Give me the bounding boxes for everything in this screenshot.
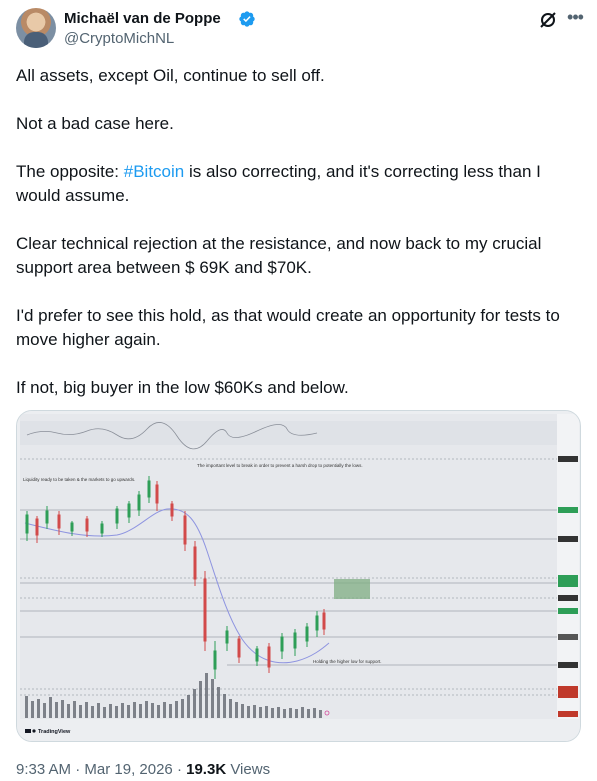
indicator-panel — [20, 421, 557, 445]
tweet-paragraph: If not, big buyer in the low $60Ks and b… — [16, 378, 349, 397]
target-zone — [334, 579, 370, 599]
tweet-text: All assets, except Oil, continue to sell… — [16, 64, 581, 424]
chart-image[interactable]: The important level to break in order to… — [16, 410, 581, 742]
tweet-paragraph: I'd prefer to see this hold, as that wou… — [16, 306, 560, 349]
grok-icon[interactable] — [538, 10, 558, 30]
tweet-paragraph: Not a bad case here. — [16, 114, 174, 133]
tweet-time[interactable]: 9:33 AM — [16, 761, 71, 778]
tweet-paragraph: The opposite: #Bitcoin is also correctin… — [16, 160, 581, 208]
author-name[interactable]: Michaël van de Poppe — [64, 10, 221, 27]
tweet-date[interactable]: Mar 19, 2026 — [84, 761, 172, 778]
annotation-top: The important level to break in order to… — [197, 463, 363, 468]
tradingview-chart: The important level to break in order to… — [17, 411, 580, 741]
text-span: The opposite: — [16, 162, 124, 181]
views-count[interactable]: 19.3K — [186, 761, 226, 778]
avatar[interactable] — [16, 8, 56, 48]
annotation-left: Liquidity ready to be taken & the market… — [23, 477, 135, 482]
tweet-paragraph: Clear technical rejection at the resista… — [16, 234, 542, 277]
views-label: Views — [226, 761, 271, 778]
hashtag-link[interactable]: #Bitcoin — [124, 162, 184, 181]
author-handle[interactable]: @CryptoMichNL — [64, 30, 174, 47]
tradingview-logo-icon — [25, 729, 36, 733]
tradingview-watermark: TradingView — [38, 729, 71, 735]
tweet-paragraph: All assets, except Oil, continue to sell… — [16, 66, 325, 85]
tweet-meta: 9:33 AM · Mar 19, 2026 · 19.3K Views — [16, 761, 270, 778]
annotation-bottom: Holding the higher low for support. — [313, 659, 382, 664]
tweet-header: Michaël van de Poppe @CryptoMichNL ••• — [16, 8, 584, 52]
verified-badge-icon — [239, 11, 255, 27]
separator: · — [172, 761, 187, 778]
more-options-icon[interactable]: ••• — [564, 8, 586, 30]
separator: · — [71, 761, 85, 778]
